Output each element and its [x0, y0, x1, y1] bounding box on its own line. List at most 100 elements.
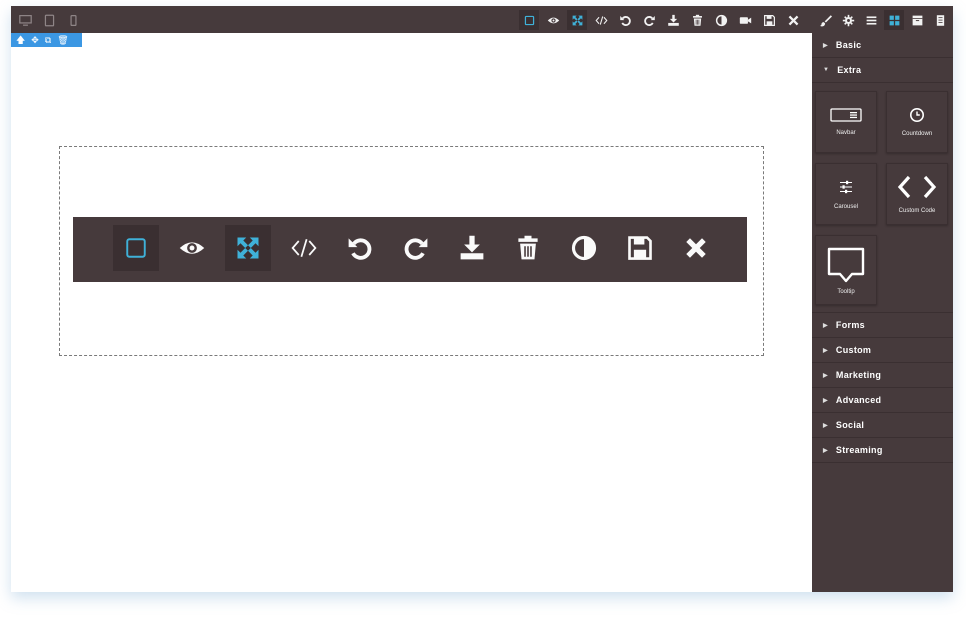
category-label: Extra: [837, 65, 862, 75]
mobile-icon[interactable]: [63, 10, 83, 30]
blocks-icon: [889, 15, 899, 25]
trash-icon: [518, 235, 538, 260]
category-marketing[interactable]: ▶ Marketing: [812, 363, 953, 388]
category-label: Social: [835, 420, 865, 430]
caret-right-icon: ▶: [823, 447, 828, 454]
category-label: Forms: [835, 320, 865, 330]
block-custom-code[interactable]: Custom Code: [886, 163, 948, 225]
caret-right-icon: ▶: [823, 422, 828, 429]
close-button[interactable]: [783, 10, 803, 30]
block-label: Carousel: [833, 204, 858, 210]
tablet-icon[interactable]: [39, 10, 59, 30]
top-toolbar: [11, 6, 953, 33]
trash-button[interactable]: [505, 225, 551, 271]
settings-button[interactable]: [838, 10, 858, 30]
undo-icon: [348, 238, 372, 260]
contrast-button[interactable]: [561, 225, 607, 271]
code-button[interactable]: [591, 10, 611, 30]
extra-blocks: Navbar Countdown Carousel Custom Code To…: [812, 83, 953, 313]
style-manager-button[interactable]: [815, 10, 835, 30]
download-icon: [667, 14, 679, 26]
category-forms[interactable]: ▶ Forms: [812, 313, 953, 338]
preview-icon: [179, 242, 205, 254]
caret-right-icon: ▶: [823, 397, 828, 404]
code-icon: [897, 175, 937, 199]
category-label: Custom: [835, 345, 872, 355]
block-label: Navbar: [836, 130, 856, 136]
preview-icon: [547, 17, 559, 23]
fullscreen-button[interactable]: [225, 225, 271, 271]
video-button[interactable]: [735, 10, 755, 30]
save-icon: [763, 14, 775, 26]
undo-button[interactable]: [615, 10, 635, 30]
clock-icon: [910, 108, 924, 122]
fullscreen-button[interactable]: [567, 10, 587, 30]
undo-icon: [619, 15, 631, 26]
trash-icon: [692, 14, 702, 26]
navbar-icon: [830, 108, 862, 122]
desktop-icon[interactable]: [15, 10, 35, 30]
block-navbar[interactable]: Navbar: [815, 91, 877, 153]
editor-canvas[interactable]: 🡅 ✥ ⧉ 🗑: [11, 33, 813, 592]
trash-button[interactable]: [687, 10, 707, 30]
caret-right-icon: ▶: [823, 42, 828, 49]
contrast-button[interactable]: [711, 10, 731, 30]
redo-icon: [643, 15, 655, 26]
component-selection-toolbar: 🡅 ✥ ⧉ 🗑: [11, 33, 82, 47]
block-tooltip[interactable]: Tooltip: [815, 235, 877, 305]
block-carousel[interactable]: Carousel: [815, 163, 877, 225]
caret-right-icon: ▶: [823, 372, 828, 379]
save-button[interactable]: [617, 225, 663, 271]
trash-icon[interactable]: 🗑: [57, 35, 68, 45]
layer-manager-button[interactable]: [861, 10, 881, 30]
code-icon: [595, 15, 607, 25]
move-icon[interactable]: ✥: [31, 35, 39, 45]
sw-visibility-button[interactable]: [519, 10, 539, 30]
category-label: Advanced: [835, 395, 882, 405]
category-label: Marketing: [835, 370, 882, 380]
contrast-icon: [571, 235, 597, 261]
category-basic[interactable]: ▶ Basic: [812, 33, 953, 58]
category-advanced[interactable]: ▶ Advanced: [812, 388, 953, 413]
pages-icon: [936, 14, 944, 26]
component-toolbar-image[interactable]: [73, 217, 747, 282]
blocks-button[interactable]: [884, 10, 904, 30]
contrast-icon: [715, 14, 727, 26]
clone-icon[interactable]: ⧉: [45, 35, 51, 45]
preview-button[interactable]: [169, 225, 215, 271]
close-button[interactable]: [673, 225, 719, 271]
sw-visibility-icon: [126, 238, 146, 258]
category-streaming[interactable]: ▶ Streaming: [812, 438, 953, 463]
close-icon: [788, 15, 798, 25]
redo-button[interactable]: [393, 225, 439, 271]
block-countdown[interactable]: Countdown: [886, 91, 948, 153]
code-button[interactable]: [281, 225, 327, 271]
category-custom[interactable]: ▶ Custom: [812, 338, 953, 363]
editor-window: 🡅 ✥ ⧉ 🗑 ▶ Basic ▼ Extra Navbar Countdown…: [11, 6, 953, 592]
preview-button[interactable]: [543, 10, 563, 30]
archive-button[interactable]: [907, 10, 927, 30]
caret-down-icon: ▼: [823, 67, 830, 73]
block-label: Custom Code: [898, 208, 936, 214]
download-button[interactable]: [663, 10, 683, 30]
code-icon: [291, 238, 317, 258]
category-social[interactable]: ▶ Social: [812, 413, 953, 438]
undo-button[interactable]: [337, 225, 383, 271]
archive-icon: [912, 15, 922, 25]
tooltip-icon: [827, 247, 865, 282]
redo-button[interactable]: [639, 10, 659, 30]
arrow-up-icon[interactable]: 🡅: [16, 35, 25, 45]
fullscreen-icon: [572, 15, 582, 25]
gear-icon: [842, 14, 854, 26]
download-button[interactable]: [449, 225, 495, 271]
pages-button[interactable]: [930, 10, 950, 30]
close-icon: [686, 238, 706, 258]
category-label: Streaming: [835, 445, 883, 455]
blocks-panel: ▶ Basic ▼ Extra Navbar Countdown Carouse…: [812, 33, 953, 592]
caret-right-icon: ▶: [823, 347, 828, 354]
sw-visibility-icon: [524, 15, 534, 25]
sw-visibility-button[interactable]: [113, 225, 159, 271]
sliders-icon: [840, 180, 852, 194]
save-button[interactable]: [759, 10, 779, 30]
category-extra[interactable]: ▼ Extra: [812, 58, 953, 83]
